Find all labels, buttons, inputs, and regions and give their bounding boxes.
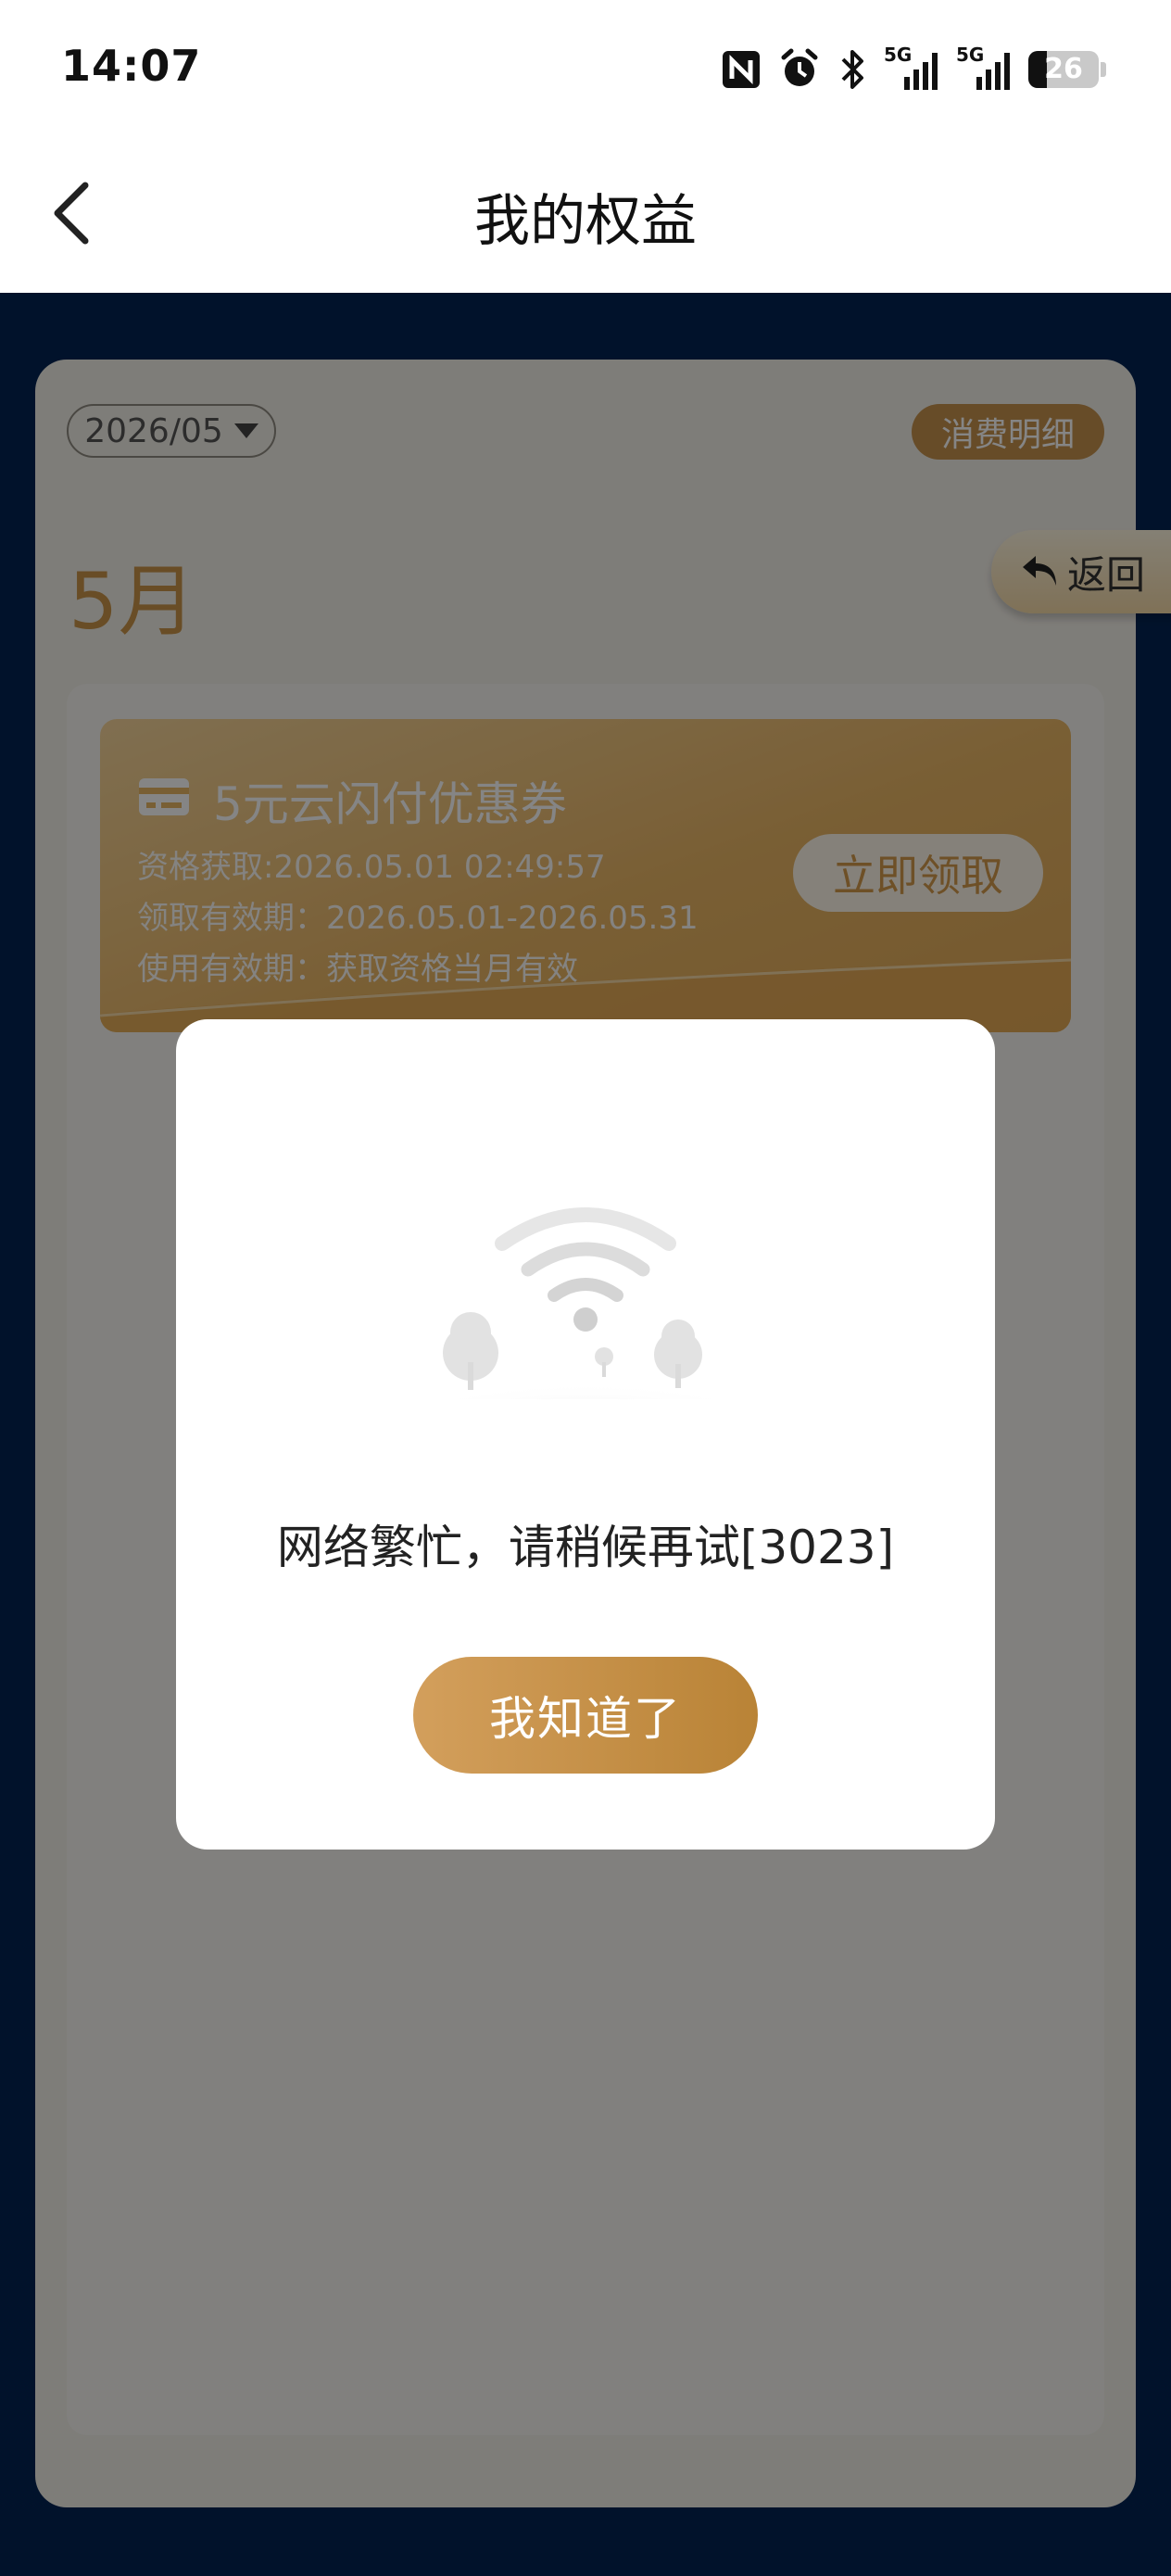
signal-5g-icon: 5G bbox=[956, 44, 1012, 92]
page-title: 我的权益 bbox=[474, 189, 697, 254]
acknowledge-button[interactable]: 我知道了 bbox=[413, 1657, 758, 1774]
bluetooth-icon bbox=[841, 50, 863, 89]
status-icons: 5G 5G 26 bbox=[721, 44, 1106, 93]
error-message: 网络繁忙，请稍候再试[3023] bbox=[276, 1521, 895, 1574]
battery-icon: 26 bbox=[1028, 51, 1099, 88]
error-dialog: 网络繁忙，请稍候再试[3023] 我知道了 bbox=[176, 1019, 995, 1850]
status-time: 14:07 bbox=[61, 41, 202, 91]
nfc-icon bbox=[723, 51, 760, 88]
nav-bar: 我的权益 bbox=[0, 139, 1171, 293]
status-bar: 14:07 5G 5G 26 bbox=[0, 0, 1171, 139]
battery-tip bbox=[1101, 62, 1106, 77]
signal-5g-icon: 5G bbox=[884, 44, 939, 92]
no-network-wifi-icon bbox=[419, 1207, 752, 1399]
alarm-icon bbox=[781, 48, 818, 86]
battery-level: 26 bbox=[1044, 53, 1083, 85]
